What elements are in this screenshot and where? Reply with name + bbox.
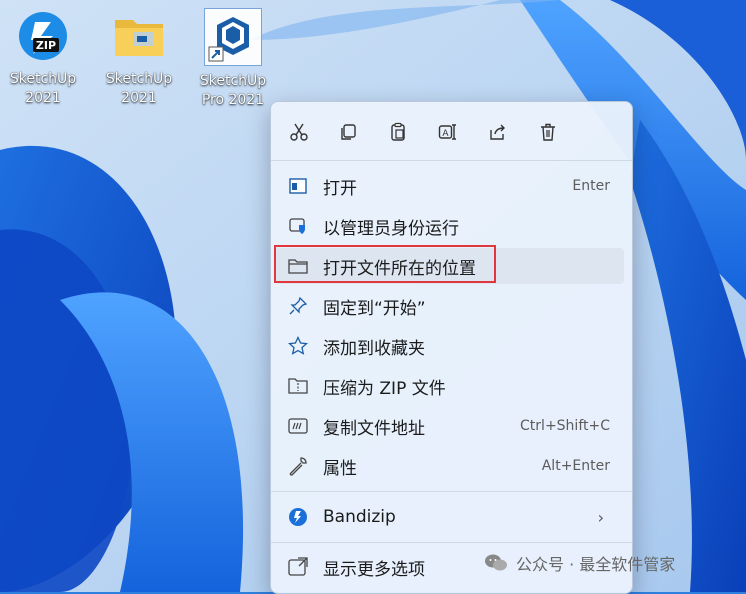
menu-item-label: 压缩为 ZIP 文件 [323, 378, 446, 399]
copy-button[interactable] [332, 116, 364, 148]
menu-item-label: Bandizip [323, 507, 396, 527]
context-menu-toolbar: A [271, 102, 632, 160]
desktop-icon-sketchup-pro[interactable]: SketchUp Pro 2021 [190, 8, 276, 110]
svg-text:A: A [442, 129, 449, 139]
desktop-icon-label-line2: Pro 2021 [201, 92, 265, 108]
sketchup-shortcut-icon [204, 8, 262, 66]
share-icon [490, 124, 505, 140]
paste-icon [391, 122, 405, 141]
menu-item-open[interactable]: 打开 Enter [275, 168, 624, 204]
menu-item-label: 打开文件所在的位置 [323, 258, 476, 279]
pin-icon [287, 295, 309, 317]
more-options-icon [287, 556, 309, 578]
zip-archive-icon: ZIP [15, 8, 71, 64]
desktop-icon-label-line2: 2021 [121, 90, 157, 106]
menu-item-bandizip[interactable]: Bandizip › [275, 499, 624, 535]
menu-item-label: 添加到收藏夹 [323, 338, 425, 359]
cut-button[interactable] [283, 116, 315, 148]
menu-item-label: 复制文件地址 [323, 418, 425, 439]
desktop-icon-label-line1: SketchUp [9, 71, 77, 87]
folder-icon [111, 8, 167, 64]
menu-item-open-file-location[interactable]: 打开文件所在的位置 [275, 248, 624, 284]
desktop-icon-label-line1: SketchUp [105, 71, 173, 87]
star-icon [287, 335, 309, 357]
menu-item-label: 显示更多选项 [323, 559, 425, 580]
zip-folder-icon [287, 375, 309, 397]
menu-item-label: 固定到“开始” [323, 298, 426, 319]
menu-item-shortcut: Alt+Enter [541, 458, 610, 474]
share-button[interactable] [482, 116, 514, 148]
menu-divider [271, 542, 632, 543]
shield-icon [287, 215, 309, 237]
trash-icon [541, 123, 555, 141]
menu-item-label: 以管理员身份运行 [323, 218, 459, 239]
menu-item-run-as-admin[interactable]: 以管理员身份运行 [275, 208, 624, 244]
rename-button[interactable]: A [432, 116, 464, 148]
menu-divider [271, 160, 632, 161]
menu-item-label: 属性 [323, 458, 357, 479]
menu-item-shortcut: Ctrl+Shift+C [520, 418, 610, 434]
menu-item-compress-zip[interactable]: 压缩为 ZIP 文件 [275, 368, 624, 404]
watermark: 公众号 · 最全软件管家 [484, 548, 675, 578]
context-menu: A 打开 Enter 以管理员身份运行 打开文件所在的位置 固定到“开始” 添加… [270, 101, 633, 594]
desktop-icon-sketchup-zip[interactable]: ZIP SketchUp 2021 [0, 8, 86, 108]
menu-item-label: 打开 [323, 178, 357, 199]
wrench-icon [287, 455, 309, 477]
chevron-right-icon: › [597, 507, 604, 527]
wechat-icon [485, 554, 507, 571]
open-window-icon [287, 175, 309, 197]
folder-outline-icon [287, 255, 309, 277]
menu-item-shortcut: Enter [572, 178, 610, 194]
desktop-icon-label-line1: SketchUp [199, 73, 267, 89]
menu-item-copy-path[interactable]: 复制文件地址 Ctrl+Shift+C [275, 408, 624, 444]
copy-path-icon [287, 415, 309, 437]
paste-button[interactable] [382, 116, 414, 148]
copy-icon [341, 124, 356, 140]
menu-divider [271, 491, 632, 492]
menu-item-pin-to-start[interactable]: 固定到“开始” [275, 288, 624, 324]
scissors-icon [290, 123, 308, 141]
menu-item-properties[interactable]: 属性 Alt+Enter [275, 448, 624, 484]
desktop-icon-label-line2: 2021 [25, 90, 61, 106]
delete-button[interactable] [532, 116, 564, 148]
svg-text:ZIP: ZIP [36, 39, 56, 52]
desktop-icon-sketchup-folder[interactable]: SketchUp 2021 [96, 8, 182, 108]
rename-icon: A [438, 124, 456, 140]
bandizip-icon [287, 506, 309, 528]
menu-item-add-to-favorites[interactable]: 添加到收藏夹 [275, 328, 624, 364]
watermark-text: 公众号 · 最全软件管家 [516, 555, 676, 574]
